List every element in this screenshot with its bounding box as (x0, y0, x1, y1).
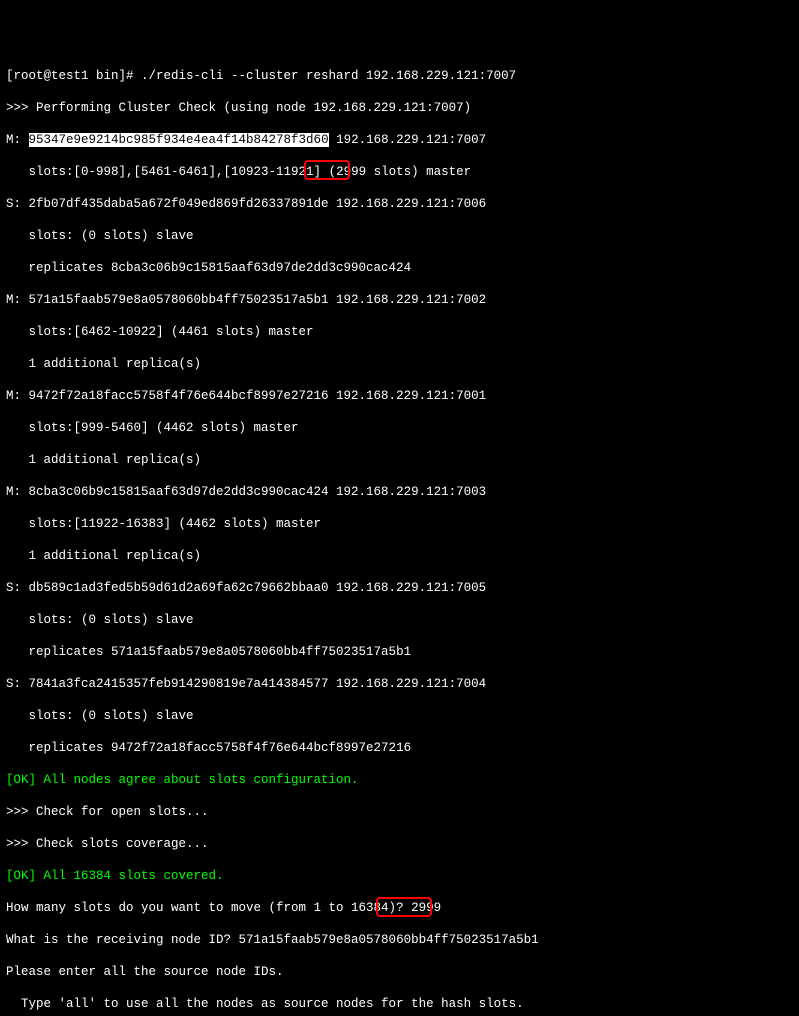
node-id-highlighted: 95347e9e9214bc985f934e4ea4f14b84278f3d60 (29, 133, 329, 147)
master-node-7002-line1: M: 571a15faab579e8a0578060bb4ff75023517a… (6, 292, 793, 308)
slave-node-7004-line3: replicates 9472f72a18facc5758f4f76e644bc… (6, 740, 793, 756)
slots-range-text: slots:[0-998],[5461-6461],[10923-11921] (6, 165, 329, 179)
master-node-7003-line1: M: 8cba3c06b9c15815aaf63d97de2dd3c990cac… (6, 484, 793, 500)
master-node-7002-line2: slots:[6462-10922] (4461 slots) master (6, 324, 793, 340)
slots-move-question: How many slots do you want to move (from… (6, 901, 396, 915)
source-nodes-header: Please enter all the source node IDs. (6, 964, 793, 980)
slave-node-7005-line3: replicates 571a15faab579e8a0578060bb4ff7… (6, 644, 793, 660)
master-node-7001-line3: 1 additional replica(s) (6, 452, 793, 468)
slave-node-7005-line1: S: db589c1ad3fed5b59d61d2a69fa62c79662bb… (6, 580, 793, 596)
master-node-7003-line3: 1 additional replica(s) (6, 548, 793, 564)
slots-count-boxed: (2999 (329, 165, 374, 179)
check-slots-coverage: >>> Check slots coverage... (6, 836, 793, 852)
master-node-7001-line1: M: 9472f72a18facc5758f4f76e644bcf8997e27… (6, 388, 793, 404)
prompt-receiving-node: What is the receiving node ID? 571a15faa… (6, 932, 793, 948)
prompt-slots-move: How many slots do you want to move (from… (6, 900, 793, 916)
source-hint-all: Type 'all' to use all the nodes as sourc… (6, 996, 793, 1012)
node-type-m: M: (6, 133, 29, 147)
slave-node-7004-line2: slots: (0 slots) slave (6, 708, 793, 724)
shell-prompt-line: [root@test1 bin]# ./redis-cli --cluster … (6, 68, 793, 84)
check-open-slots: >>> Check for open slots... (6, 804, 793, 820)
ok-slots-config: [OK] All nodes agree about slots configu… (6, 772, 793, 788)
ok-slots-covered: [OK] All 16384 slots covered. (6, 868, 793, 884)
slots-suffix: slots) master (374, 165, 472, 179)
master-node-7003-line2: slots:[11922-16383] (4462 slots) master (6, 516, 793, 532)
master-node-7002-line3: 1 additional replica(s) (6, 356, 793, 372)
master-node-7007-line2: slots:[0-998],[5461-6461],[10923-11921] … (6, 164, 793, 180)
slave-node-7004-line1: S: 7841a3fca2415357feb914290819e7a414384… (6, 676, 793, 692)
slots-move-answer: ? 2999 (396, 901, 441, 915)
node-addr: 192.168.229.121:7007 (329, 133, 487, 147)
cluster-check-header: >>> Performing Cluster Check (using node… (6, 100, 793, 116)
slave-node-7005-line2: slots: (0 slots) slave (6, 612, 793, 628)
master-node-7007-line1: M: 95347e9e9214bc985f934e4ea4f14b84278f3… (6, 132, 793, 148)
slave-node-7006-line1: S: 2fb07df435daba5a672f049ed869fd2633789… (6, 196, 793, 212)
slave-node-7006-line3: replicates 8cba3c06b9c15815aaf63d97de2dd… (6, 260, 793, 276)
slave-node-7006-line2: slots: (0 slots) slave (6, 228, 793, 244)
master-node-7001-line2: slots:[999-5460] (4462 slots) master (6, 420, 793, 436)
